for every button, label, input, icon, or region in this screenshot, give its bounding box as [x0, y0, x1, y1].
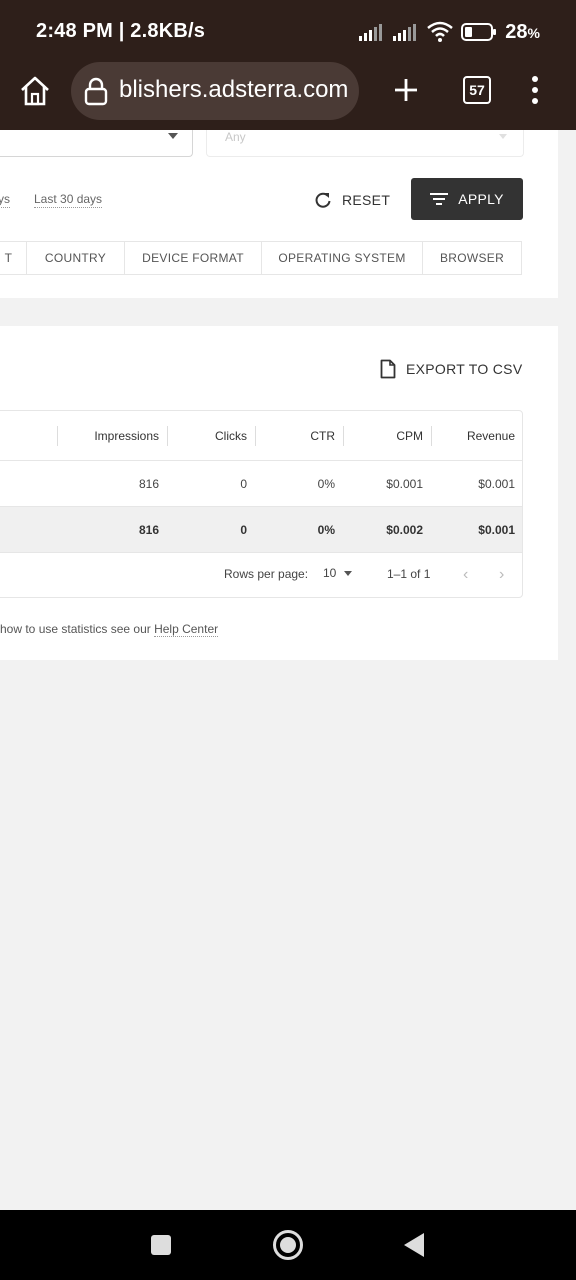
- group-by-tabs: T COUNTRY DEVICE FORMAT OPERATING SYSTEM…: [0, 241, 522, 275]
- help-prefix: how to use statistics see our: [0, 622, 155, 636]
- tab-device-format[interactable]: DEVICE FORMAT: [125, 242, 262, 274]
- more-menu-icon[interactable]: [526, 74, 544, 106]
- table-header-row: Impressions Clicks CTR CPM Revenue: [0, 411, 522, 461]
- wifi-icon: [427, 21, 454, 42]
- filter-select-left[interactable]: [0, 130, 193, 157]
- refresh-icon: [315, 192, 331, 208]
- table-pagination: Rows per page: 10 1–1 of 1 ‹ ›: [0, 553, 522, 597]
- cell-revenue: $0.001: [478, 476, 515, 491]
- chevron-down-icon: [499, 134, 507, 139]
- rows-per-page-value: 10: [323, 566, 337, 580]
- cell-clicks: 0: [240, 476, 247, 491]
- battery-icon: [461, 23, 497, 41]
- help-center-link[interactable]: Help Center: [154, 622, 219, 637]
- browser-chrome: 2:48 PM | 2.8KB/s 28% blishers.adsterra.…: [0, 0, 576, 130]
- date-range-link-last-30-days[interactable]: Last 30 days: [34, 192, 103, 208]
- new-tab-icon[interactable]: [392, 76, 420, 104]
- date-range-link-partial[interactable]: ys: [0, 192, 10, 208]
- system-navigation-bar: [0, 1210, 576, 1280]
- address-bar[interactable]: blishers.adsterra.com: [71, 62, 359, 120]
- tab-browser[interactable]: BROWSER: [423, 242, 521, 274]
- tab-operating-system[interactable]: OPERATING SYSTEM: [262, 242, 423, 274]
- reset-button[interactable]: RESET: [314, 188, 390, 212]
- column-header-impressions[interactable]: Impressions: [67, 411, 167, 460]
- column-header-revenue[interactable]: Revenue: [431, 411, 523, 460]
- chevron-right-icon[interactable]: ›: [499, 566, 504, 584]
- signal-icon: [359, 24, 383, 41]
- status-icons: 28%: [359, 18, 540, 46]
- filter-select-right[interactable]: Any: [206, 130, 524, 157]
- export-csv-button[interactable]: EXPORT TO CSV: [380, 358, 522, 380]
- battery-percent: 28%: [505, 20, 540, 43]
- browser-toolbar: blishers.adsterra.com 57: [0, 62, 576, 120]
- back-icon[interactable]: [404, 1233, 424, 1257]
- tab-switcher-button[interactable]: 57: [463, 76, 491, 104]
- cell-impressions: 816: [138, 476, 159, 491]
- status-time: 2:48 PM | 2.8KB/s: [36, 20, 206, 42]
- column-header-ctr[interactable]: CTR: [255, 411, 343, 460]
- tab-country[interactable]: COUNTRY: [27, 242, 125, 274]
- reset-label: RESET: [342, 192, 391, 208]
- rows-per-page-label: Rows per page:: [224, 567, 309, 581]
- total-cpm: $0.002: [386, 522, 423, 537]
- select-placeholder: Any: [225, 130, 246, 144]
- chevron-left-icon[interactable]: ‹: [463, 566, 468, 584]
- cell-cpm: $0.001: [386, 476, 423, 491]
- tab-partial[interactable]: T: [0, 242, 27, 274]
- column-separator: [57, 426, 58, 446]
- recent-apps-icon[interactable]: [151, 1235, 171, 1255]
- table-total-row: 816 0 0% $0.002 $0.001: [0, 507, 522, 553]
- file-icon: [380, 359, 396, 379]
- table-row: 816 0 0% $0.001 $0.001: [0, 461, 522, 507]
- url-text: blishers.adsterra.com: [119, 76, 349, 103]
- column-header-cpm[interactable]: CPM: [343, 411, 431, 460]
- pagination-range: 1–1 of 1: [387, 567, 431, 581]
- export-label: EXPORT TO CSV: [406, 361, 523, 377]
- total-impressions: 816: [138, 522, 159, 537]
- rows-per-page-select[interactable]: 10: [323, 566, 353, 580]
- chevron-down-icon: [344, 570, 353, 576]
- statistics-table: Impressions Clicks CTR CPM Revenue 816 0…: [0, 410, 523, 598]
- apply-label: APPLY: [458, 191, 504, 207]
- cell-ctr: 0%: [317, 476, 335, 491]
- total-clicks: 0: [240, 522, 247, 537]
- chevron-down-icon: [168, 133, 178, 139]
- home-icon[interactable]: [18, 74, 52, 108]
- help-text: how to use statistics see our Help Cente…: [0, 622, 219, 637]
- signal-icon-2: [393, 24, 417, 41]
- lock-icon: [84, 77, 108, 106]
- filters-card: Any ys Last 30 days RESET APPLY T COUNTR…: [0, 130, 558, 298]
- column-header-clicks[interactable]: Clicks: [167, 411, 255, 460]
- status-bar: 2:48 PM | 2.8KB/s 28%: [0, 0, 576, 62]
- filter-icon: [430, 193, 449, 205]
- home-button-icon[interactable]: [273, 1230, 303, 1260]
- total-ctr: 0%: [317, 522, 335, 537]
- apply-button[interactable]: APPLY: [411, 178, 523, 220]
- total-revenue: $0.001: [478, 522, 515, 537]
- statistics-card: EXPORT TO CSV Impressions Clicks CTR CPM…: [0, 326, 558, 660]
